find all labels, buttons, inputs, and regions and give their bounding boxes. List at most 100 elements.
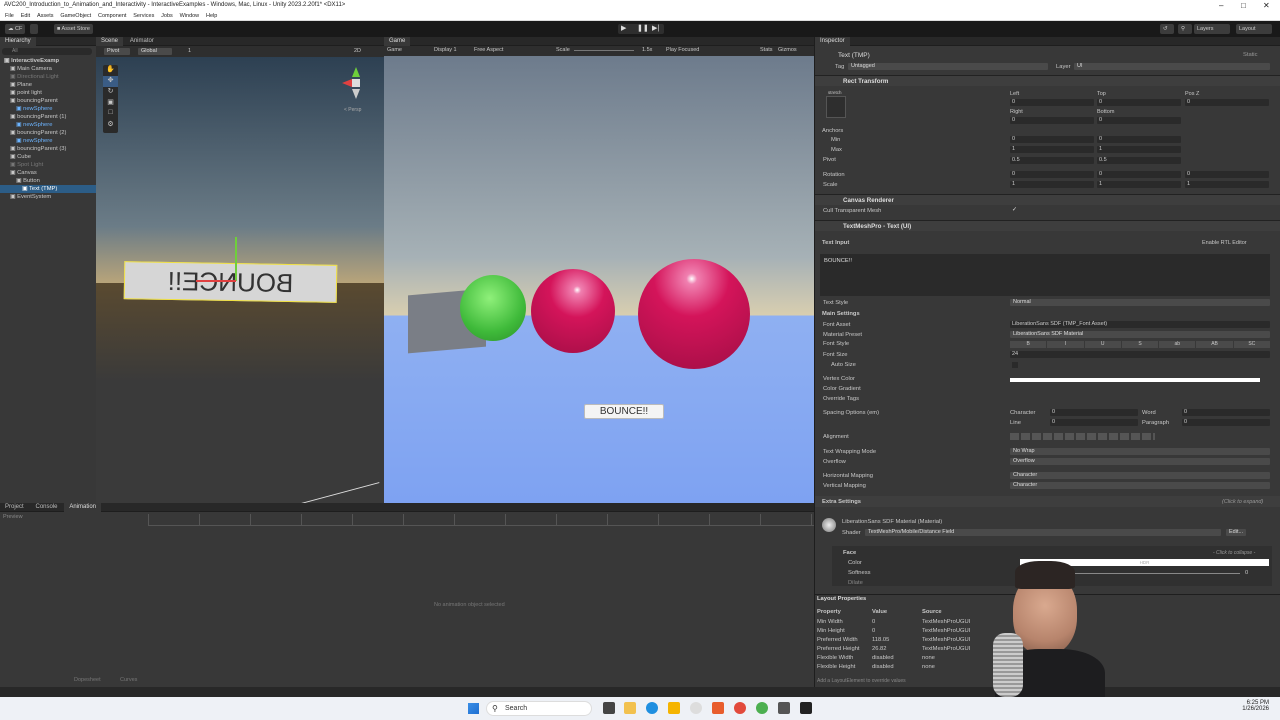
2d-toggle[interactable]: 2D xyxy=(354,48,361,54)
menu-gameobject[interactable]: GameObject xyxy=(60,11,91,21)
aspect-dropdown[interactable]: Free Aspect xyxy=(474,47,503,53)
curves-tab[interactable]: Curves xyxy=(120,677,137,683)
pivot-toggle[interactable]: Pivot xyxy=(104,48,130,55)
layers-dropdown[interactable]: Layers xyxy=(1194,24,1230,34)
move-handle-x[interactable] xyxy=(196,280,236,282)
collapse-label[interactable]: - Click to collapse - xyxy=(1213,550,1255,556)
hierarchy-item[interactable]: ▣ bouncingParent xyxy=(0,97,96,105)
hierarchy-item[interactable]: ▣ newSphere xyxy=(0,137,96,145)
font-asset-field[interactable]: LiberationSans SDF (TMP_Font Asset) xyxy=(1010,321,1270,328)
display-dropdown[interactable]: Display 1 xyxy=(434,47,457,53)
menu-jobs[interactable]: Jobs xyxy=(161,11,173,21)
scale-z-field[interactable]: 1 xyxy=(1185,181,1269,188)
tab-console[interactable]: Console xyxy=(31,503,63,512)
hierarchy-item[interactable]: ▣ newSphere xyxy=(0,105,96,113)
move-handle-y[interactable] xyxy=(235,237,237,281)
asset-store-button[interactable]: ■ Asset Store xyxy=(54,24,93,34)
preview-button[interactable]: Preview xyxy=(3,514,23,520)
chrome-icon[interactable] xyxy=(734,702,746,714)
taskbar-search-box[interactable]: ⚲ Search xyxy=(486,701,592,716)
hierarchy-item[interactable]: ▣ point light xyxy=(0,89,96,97)
hierarchy-item[interactable]: ▣ Spot Light xyxy=(0,161,96,169)
rotate-tool-icon[interactable]: ↻ xyxy=(103,87,118,98)
rotation-x-field[interactable]: 0 xyxy=(1010,171,1094,178)
max-x-field[interactable]: 1 xyxy=(1010,146,1094,153)
tab-scene[interactable]: Scene xyxy=(96,37,124,46)
overflow-dropdown[interactable]: Overflow xyxy=(1010,458,1270,465)
hierarchy-item[interactable]: ▣ bouncingParent (3) xyxy=(0,145,96,153)
pivot-y-field[interactable]: 0.5 xyxy=(1097,157,1181,164)
material-preset-dropdown[interactable]: LiberationSans SDF Material xyxy=(1010,331,1270,338)
alignment-buttons[interactable] xyxy=(1010,433,1155,440)
anchors-label[interactable]: Anchors xyxy=(822,128,843,134)
character-field[interactable]: 0 xyxy=(1050,409,1138,416)
shader-dropdown[interactable]: TextMeshPro/Mobile/Distance Field xyxy=(865,529,1221,536)
line-field[interactable]: 0 xyxy=(1050,419,1138,426)
edit-shader-button[interactable]: Edit... xyxy=(1226,529,1246,536)
minimize-icon[interactable]: – xyxy=(1219,0,1223,11)
static-toggle[interactable]: Static xyxy=(1243,52,1258,58)
font-style-button[interactable]: AB xyxy=(1196,341,1233,348)
pivot-x-field[interactable]: 0.5 xyxy=(1010,157,1094,164)
right-field[interactable]: 0 xyxy=(1010,117,1094,124)
orientation-gizmo-icon[interactable] xyxy=(338,65,374,105)
hierarchy-item[interactable]: ▣ Button xyxy=(0,177,96,185)
rotation-z-field[interactable]: 0 xyxy=(1185,171,1269,178)
rtl-editor-toggle[interactable]: Enable RTL Editor xyxy=(1202,240,1247,246)
font-style-button[interactable]: S xyxy=(1121,341,1159,348)
step-icon[interactable]: ▶| xyxy=(652,24,659,32)
font-style-button[interactable]: SC xyxy=(1233,341,1270,348)
timeline-ruler[interactable] xyxy=(148,514,814,526)
hierarchy-item[interactable]: ▣ Canvas xyxy=(0,169,96,177)
layout-dropdown[interactable]: Layout xyxy=(1236,24,1272,34)
hierarchy-item[interactable]: ▣ EventSystem xyxy=(0,193,96,201)
vmap-dropdown[interactable]: Character xyxy=(1010,482,1270,489)
gizmos-toggle[interactable]: Gizmos xyxy=(778,47,797,53)
font-style-button[interactable]: U xyxy=(1084,341,1121,348)
softness-value[interactable]: 0 xyxy=(1245,570,1248,576)
maximize-icon[interactable]: □ xyxy=(1241,0,1246,11)
history-icon[interactable]: ↺ xyxy=(1160,24,1174,34)
scale-x-field[interactable]: 1 xyxy=(1010,181,1094,188)
edge-icon[interactable] xyxy=(646,702,658,714)
tab-inspector[interactable]: Inspector xyxy=(815,37,850,46)
face-label[interactable]: Face xyxy=(843,550,856,556)
auto-size-checkbox[interactable] xyxy=(1012,362,1018,368)
tab-project[interactable]: Project xyxy=(0,503,29,512)
hierarchy-item[interactable]: ▣ Main Camera xyxy=(0,65,96,73)
object-name-field[interactable]: Text (TMP) xyxy=(838,52,870,59)
min-y-field[interactable]: 0 xyxy=(1097,136,1181,143)
play-icon[interactable]: ▶ xyxy=(621,24,626,32)
settings-icon[interactable] xyxy=(778,702,790,714)
hand-tool-icon[interactable]: ✋ xyxy=(103,65,118,76)
font-style-button[interactable]: B xyxy=(1010,341,1047,348)
github-icon[interactable] xyxy=(690,702,702,714)
top-field[interactable]: 0 xyxy=(1097,99,1181,106)
font-size-field[interactable]: 24 xyxy=(1010,351,1270,358)
rect-transform-header[interactable]: Rect Transform xyxy=(815,75,1280,86)
sticky-app-icon[interactable] xyxy=(668,702,680,714)
play-focused-dropdown[interactable]: Play Focused xyxy=(666,47,699,53)
transform-tool-icon[interactable]: ⚙ xyxy=(103,120,118,131)
global-toggle[interactable]: Global xyxy=(138,48,172,55)
hierarchy-item[interactable]: ▣ bouncingParent (1) xyxy=(0,113,96,121)
material-title[interactable]: LiberationSans SDF Material (Material) xyxy=(842,519,942,525)
tmp-header[interactable]: TextMeshPro - Text (UI) xyxy=(815,220,1280,231)
unity-icon[interactable] xyxy=(800,702,812,714)
max-y-field[interactable]: 1 xyxy=(1097,146,1181,153)
clock[interactable]: 6:25 PM 1/26/2026 xyxy=(1225,700,1269,712)
hierarchy-item[interactable]: ▣ Plane xyxy=(0,81,96,89)
blender-icon[interactable] xyxy=(712,702,724,714)
chrome-alt-icon[interactable] xyxy=(756,702,768,714)
menu-component[interactable]: Component xyxy=(98,11,126,21)
paragraph-field[interactable]: 0 xyxy=(1182,419,1270,426)
font-style-button[interactable]: I xyxy=(1047,341,1084,348)
extra-settings-bar[interactable] xyxy=(815,496,1280,507)
scale-tool-icon[interactable]: ▣ xyxy=(103,98,118,109)
text-input-field[interactable]: BOUNCE!! xyxy=(820,254,1270,296)
scene-text-object[interactable]: BOUNCE!! xyxy=(123,261,338,303)
wrapping-dropdown[interactable]: No Wrap xyxy=(1010,448,1270,455)
font-style-button[interactable]: ab xyxy=(1159,341,1196,348)
min-x-field[interactable]: 0 xyxy=(1010,136,1094,143)
rect-tool-icon[interactable]: □ xyxy=(103,109,118,120)
